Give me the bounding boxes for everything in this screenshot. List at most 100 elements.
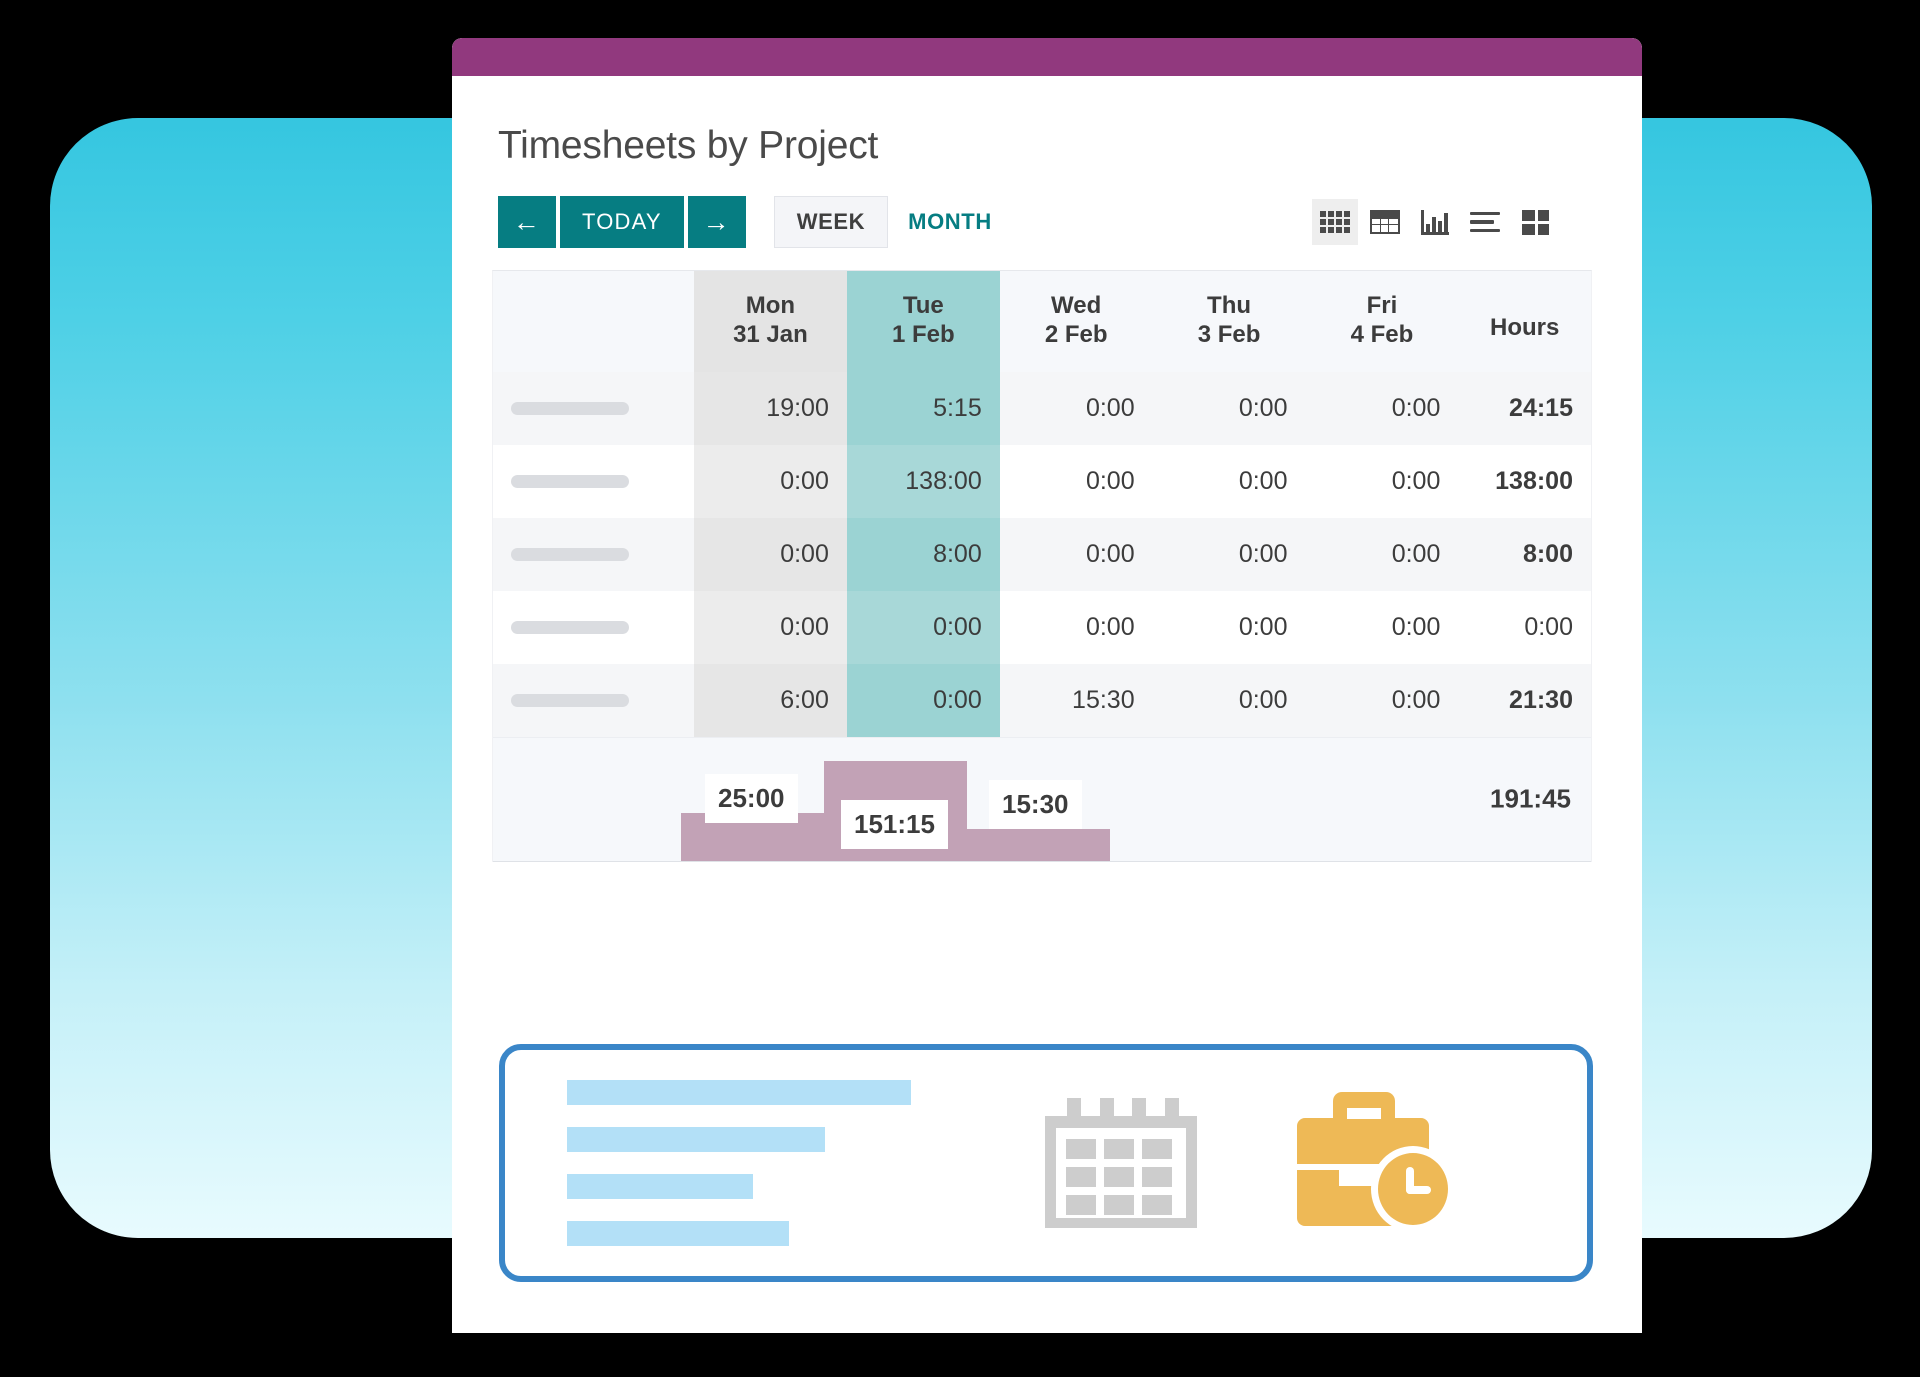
cell-tue[interactable]: 0:00 [846, 663, 1000, 737]
row-label-cell [493, 444, 694, 518]
table-header: Mon 31 Jan Tue 1 Feb Wed 2 Feb Thu 3 Feb… [493, 271, 1591, 372]
chart-view-icon[interactable] [1412, 199, 1458, 245]
cell-wed[interactable]: 0:00 [999, 371, 1153, 445]
week-view-button[interactable]: WEEK [773, 196, 889, 248]
cell-mon[interactable]: 0:00 [693, 517, 847, 591]
cell-mon[interactable]: 6:00 [693, 663, 847, 737]
text-placeholder-line [567, 1174, 753, 1199]
column-header-wed[interactable]: Wed 2 Feb [999, 271, 1153, 372]
grand-total: 191:45 [1490, 783, 1571, 814]
table-row[interactable]: 0:00 138:00 0:00 0:00 0:00 138:00 [493, 444, 1591, 518]
table-header-row: Mon 31 Jan Tue 1 Feb Wed 2 Feb Thu 3 Feb… [493, 271, 1591, 372]
cell-mon[interactable]: 0:00 [693, 444, 847, 518]
table-icon [1370, 210, 1400, 234]
calendar-icon [1045, 1098, 1197, 1228]
cell-wed[interactable]: 0:00 [999, 444, 1153, 518]
cell-wed[interactable]: 0:00 [999, 590, 1153, 664]
column-header-hours[interactable]: Hours [1458, 271, 1591, 372]
text-placeholder-line [567, 1080, 911, 1105]
grid-icon [1320, 211, 1350, 233]
cell-mon[interactable]: 0:00 [693, 590, 847, 664]
application-window: Timesheets by Project ← TODAY → WEEK MON… [452, 38, 1642, 1333]
column-header-wed-dow: Wed [1051, 292, 1102, 319]
page-title: Timesheets by Project [498, 124, 879, 167]
cell-tue[interactable]: 0:00 [846, 590, 1000, 664]
view-mode-switcher [1308, 196, 1558, 248]
column-header-fri-dow: Fri [1366, 292, 1398, 319]
cell-tue[interactable]: 138:00 [846, 444, 1000, 518]
cell-thu[interactable]: 0:00 [1152, 663, 1306, 737]
table-row[interactable]: 0:00 8:00 0:00 0:00 0:00 8:00 [493, 517, 1591, 591]
row-label-placeholder [511, 620, 629, 634]
column-header-thu-dow: Thu [1207, 292, 1252, 319]
column-header-label [493, 271, 694, 372]
row-label-cell [493, 590, 694, 664]
window-titlebar [452, 38, 1642, 76]
column-header-thu[interactable]: Thu 3 Feb [1152, 271, 1306, 372]
summary-label-mon: 25:00 [705, 773, 798, 823]
column-header-tue-dow: Tue [902, 292, 944, 319]
cell-thu[interactable]: 0:00 [1152, 371, 1306, 445]
row-label-cell [493, 371, 694, 445]
row-label-placeholder [511, 401, 629, 415]
cell-thu[interactable]: 0:00 [1152, 517, 1306, 591]
tile-view-icon[interactable] [1512, 199, 1558, 245]
column-header-fri-date: 4 Feb [1350, 321, 1414, 349]
text-placeholder-line [567, 1127, 825, 1152]
summary-bar-wed [967, 828, 1110, 861]
tiles-icon [1521, 209, 1549, 235]
cell-thu[interactable]: 0:00 [1152, 444, 1306, 518]
cell-fri[interactable]: 0:00 [1305, 444, 1459, 518]
table-row[interactable]: 0:00 0:00 0:00 0:00 0:00 0:00 [493, 590, 1591, 664]
row-label-placeholder [511, 547, 629, 561]
column-header-thu-date: 3 Feb [1197, 321, 1261, 349]
cell-wed[interactable]: 0:00 [999, 517, 1153, 591]
row-label-placeholder [511, 693, 629, 707]
period-toggle: WEEK MONTH [773, 196, 1012, 248]
column-header-mon-dow: Mon [745, 292, 796, 319]
summary-label-wed: 15:30 [989, 779, 1082, 829]
column-header-tue-date: 1 Feb [891, 321, 955, 349]
text-placeholder-line [567, 1221, 789, 1246]
summary-label-tue: 151:15 [841, 799, 948, 849]
cell-mon[interactable]: 19:00 [693, 371, 847, 445]
screenshot-stage: Timesheets by Project ← TODAY → WEEK MON… [0, 0, 1920, 1377]
column-header-mon[interactable]: Mon 31 Jan [693, 271, 847, 372]
cell-row-total: 138:00 [1458, 444, 1591, 518]
list-view-icon[interactable] [1462, 199, 1508, 245]
timesheet-summary-footer: 25:00 151:15 15:30 191:45 [493, 736, 1591, 862]
table-row[interactable]: 19:00 5:15 0:00 0:00 0:00 24:15 [493, 371, 1591, 445]
row-label-cell [493, 517, 694, 591]
timesheet-table-wrapper: Mon 31 Jan Tue 1 Feb Wed 2 Feb Thu 3 Feb… [492, 270, 1592, 862]
window-body: Timesheets by Project ← TODAY → WEEK MON… [452, 124, 1642, 862]
cell-row-total: 24:15 [1458, 371, 1591, 445]
cell-thu[interactable]: 0:00 [1152, 590, 1306, 664]
column-header-tue[interactable]: Tue 1 Feb [846, 271, 1000, 372]
row-label-placeholder [511, 474, 629, 488]
text-placeholder-group [567, 1080, 911, 1246]
cell-fri[interactable]: 0:00 [1305, 663, 1459, 737]
column-header-wed-date: 2 Feb [1044, 321, 1108, 349]
table-view-icon[interactable] [1362, 199, 1408, 245]
list-icon [1470, 211, 1500, 233]
cell-row-total: 21:30 [1458, 663, 1591, 737]
today-button[interactable]: TODAY [560, 196, 684, 248]
table-row[interactable]: 6:00 0:00 15:30 0:00 0:00 21:30 [493, 663, 1591, 737]
column-header-mon-date: 31 Jan [733, 321, 808, 349]
previous-period-button[interactable]: ← [498, 196, 556, 248]
bar-chart-icon [1421, 209, 1449, 235]
cell-fri[interactable]: 0:00 [1305, 517, 1459, 591]
next-period-button[interactable]: → [687, 196, 746, 248]
grid-view-icon[interactable] [1312, 199, 1358, 245]
month-view-button[interactable]: MONTH [888, 196, 1012, 248]
cell-row-total: 8:00 [1458, 517, 1591, 591]
cell-fri[interactable]: 0:00 [1305, 590, 1459, 664]
column-header-fri[interactable]: Fri 4 Feb [1305, 271, 1459, 372]
cell-tue[interactable]: 8:00 [846, 517, 1000, 591]
toolbar: ← TODAY → WEEK MONTH [498, 196, 1602, 248]
cell-tue[interactable]: 5:15 [846, 371, 1000, 445]
feature-highlight-card [499, 1044, 1593, 1282]
briefcase-clock-icon [1289, 1092, 1455, 1234]
cell-fri[interactable]: 0:00 [1305, 371, 1459, 445]
cell-wed[interactable]: 15:30 [999, 663, 1153, 737]
